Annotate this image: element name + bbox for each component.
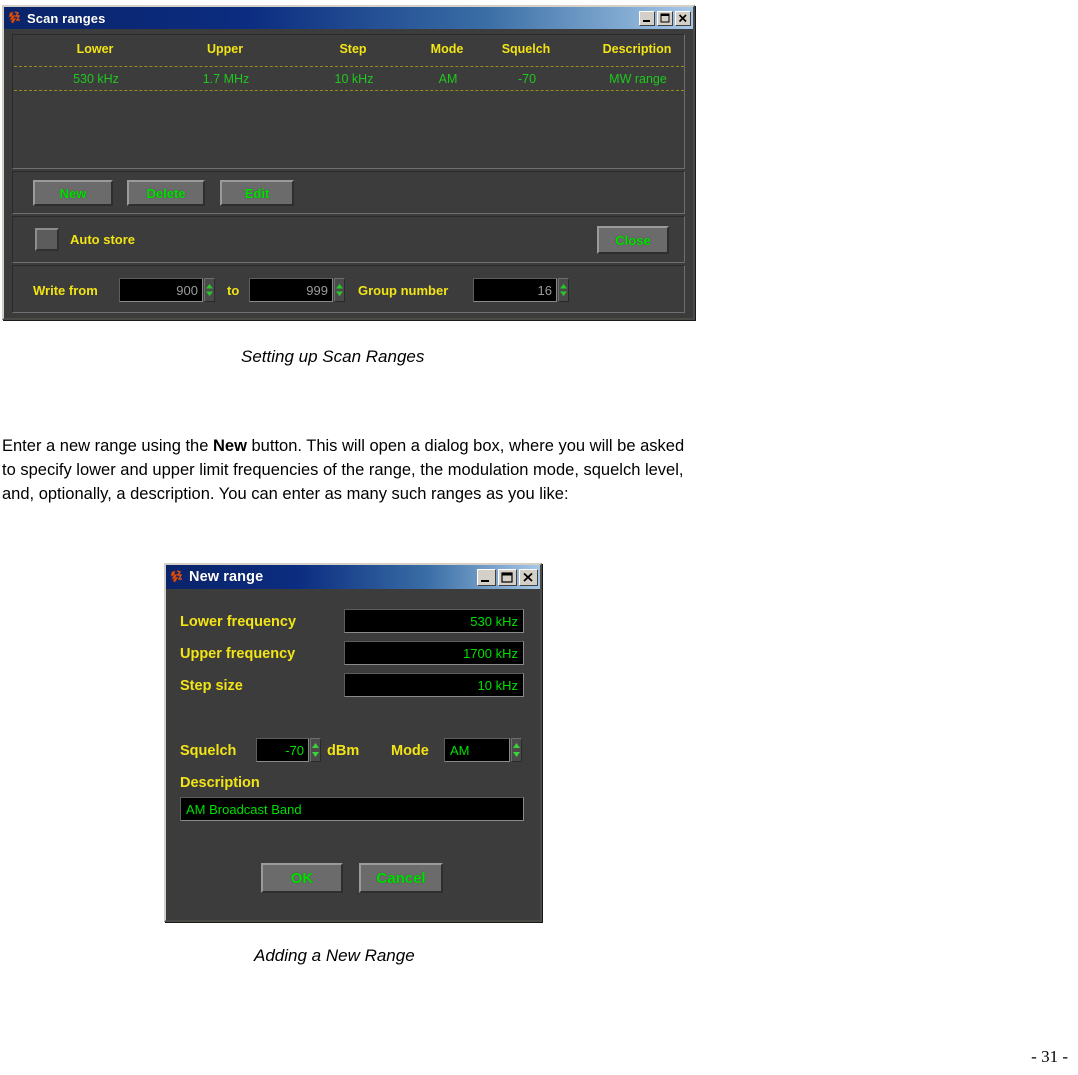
column-header-lower[interactable]: Lower	[45, 42, 145, 56]
column-header-upper[interactable]: Upper	[175, 42, 275, 56]
auto-store-checkbox[interactable]	[35, 228, 59, 251]
squelch-unit-label: dBm	[327, 743, 360, 759]
scan-ranges-title: Scan ranges	[27, 10, 106, 26]
figure-caption-2: Adding a New Range	[254, 946, 415, 965]
column-header-squelch[interactable]: Squelch	[476, 42, 576, 56]
app-icon	[169, 569, 185, 585]
mode-label: Mode	[391, 743, 429, 759]
column-header-step[interactable]: Step	[303, 42, 403, 56]
ok-button[interactable]: OK	[261, 863, 343, 893]
write-to-input[interactable]: 999	[249, 278, 333, 302]
scan-ranges-window: Scan ranges Lower Upper Step Mode Squelc…	[2, 5, 695, 320]
cell-step: 10 kHz	[334, 72, 374, 86]
close-icon[interactable]	[519, 568, 538, 586]
scan-ranges-titlebar[interactable]: Scan ranges	[4, 7, 693, 29]
page-number: - 31 -	[1031, 1047, 1068, 1066]
write-from-label: Write from	[33, 283, 98, 298]
edit-button[interactable]: Edit	[220, 180, 294, 206]
maximize-icon[interactable]	[498, 568, 517, 586]
scan-ranges-window-controls	[639, 10, 691, 26]
step-size-label: Step size	[180, 678, 243, 694]
squelch-input[interactable]: -70	[256, 738, 309, 762]
lower-frequency-label: Lower frequency	[180, 614, 297, 630]
group-number-spinner[interactable]	[558, 278, 569, 302]
squelch-spinner[interactable]	[310, 738, 321, 762]
minimize-icon[interactable]	[639, 10, 655, 26]
description-label: Description	[180, 775, 260, 791]
upper-frequency-input[interactable]: 1700 kHz	[344, 641, 524, 665]
lower-frequency-input[interactable]: 530 kHz	[344, 609, 524, 633]
new-range-titlebar[interactable]: New range	[166, 565, 540, 589]
delete-button[interactable]: Delete	[127, 180, 205, 206]
write-to-spinner[interactable]	[334, 278, 345, 302]
cell-description: MW range	[609, 72, 667, 86]
mode-input[interactable]: AM	[444, 738, 510, 762]
grid-header-row: Lower Upper Step Mode Squelch Descriptio…	[13, 35, 684, 65]
step-size-input[interactable]: 10 kHz	[344, 673, 524, 697]
close-button[interactable]: Close	[597, 226, 669, 254]
spinner-up-icon[interactable]	[559, 283, 568, 290]
spinner-up-icon[interactable]	[512, 742, 521, 750]
spinner-down-icon[interactable]	[559, 290, 568, 297]
spinner-down-icon[interactable]	[205, 290, 214, 297]
paragraph-text-before: Enter a new range using the	[2, 436, 213, 455]
write-from-input[interactable]: 900	[119, 278, 203, 302]
scan-ranges-grid[interactable]: Lower Upper Step Mode Squelch Descriptio…	[12, 34, 685, 169]
column-header-description[interactable]: Description	[577, 42, 697, 56]
new-button[interactable]: New	[33, 180, 113, 206]
description-input[interactable]: AM Broadcast Band	[180, 797, 524, 821]
cell-lower: 530 kHz	[73, 72, 119, 86]
maximize-icon[interactable]	[657, 10, 673, 26]
upper-frequency-label: Upper frequency	[180, 646, 296, 662]
figure-caption-1: Setting up Scan Ranges	[241, 347, 425, 366]
spinner-up-icon[interactable]	[311, 742, 320, 750]
close-icon[interactable]	[675, 10, 691, 26]
mode-spinner[interactable]	[511, 738, 522, 762]
write-range-bar: Write from 900 to 999 Group number 16	[12, 265, 685, 313]
minimize-icon[interactable]	[477, 568, 496, 586]
auto-store-label: Auto store	[70, 232, 135, 247]
app-icon	[7, 10, 23, 26]
cell-upper: 1.7 MHz	[202, 72, 250, 86]
cell-squelch: -70	[517, 72, 537, 86]
group-number-label: Group number	[358, 283, 449, 298]
body-paragraph: Enter a new range using the New button. …	[2, 434, 702, 506]
new-range-window: New range Lower frequency 530 kHz Upper …	[164, 563, 542, 922]
spinner-up-icon[interactable]	[205, 283, 214, 290]
paragraph-bold-new: New	[212, 436, 247, 455]
auto-store-bar: Auto store Close	[12, 216, 685, 263]
spinner-down-icon[interactable]	[512, 750, 521, 758]
new-range-title: New range	[189, 569, 264, 585]
write-to-label: to	[227, 283, 240, 298]
table-row[interactable]: 530 kHz 1.7 MHz 10 kHz AM -70 MW range	[14, 66, 684, 91]
cancel-button[interactable]: Cancel	[359, 863, 443, 893]
write-from-spinner[interactable]	[204, 278, 215, 302]
new-range-window-controls	[477, 568, 538, 586]
spinner-down-icon[interactable]	[335, 290, 344, 297]
scan-ranges-action-bar: New Delete Edit	[12, 171, 685, 214]
squelch-label: Squelch	[180, 743, 237, 759]
spinner-up-icon[interactable]	[335, 283, 344, 290]
group-number-input[interactable]: 16	[473, 278, 557, 302]
spinner-down-icon[interactable]	[311, 750, 320, 758]
